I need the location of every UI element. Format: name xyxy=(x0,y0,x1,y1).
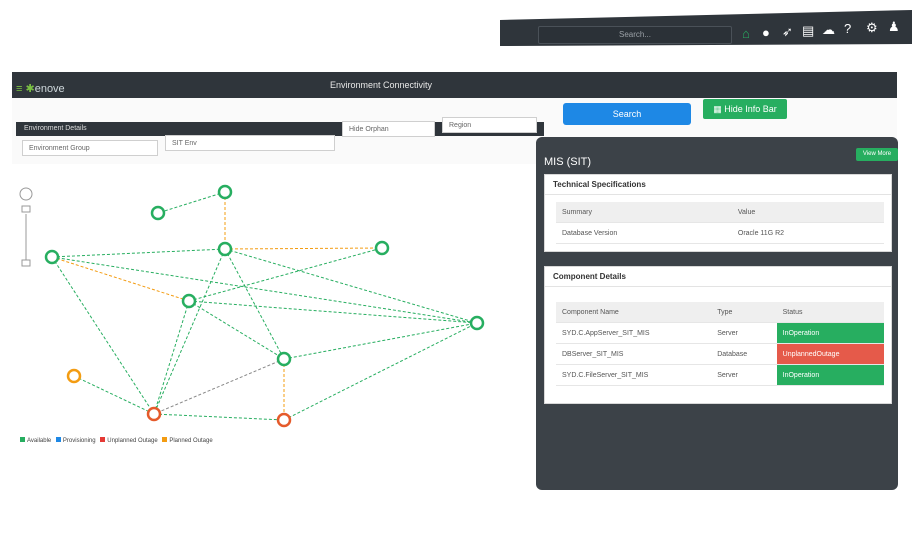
connectivity-graph[interactable] xyxy=(12,164,532,464)
graph-edge xyxy=(188,300,285,360)
global-search-input[interactable]: Search... xyxy=(538,26,732,44)
environment-select[interactable]: SIT Env xyxy=(165,135,335,151)
graph-node[interactable] xyxy=(217,241,233,257)
graph-edge xyxy=(224,248,478,324)
view-more-button[interactable]: View More xyxy=(856,148,898,161)
graph-edge xyxy=(157,191,226,214)
logo[interactable]: ≡ ✱enove xyxy=(16,82,65,95)
region-select[interactable]: Region xyxy=(442,117,537,133)
environment-group-select[interactable]: Environment Group xyxy=(22,140,158,156)
graph-edge xyxy=(188,300,478,324)
technical-specifications-table: Summary Value Database Version Oracle 11… xyxy=(556,202,884,244)
graph-node[interactable] xyxy=(469,315,485,331)
region-value: Region xyxy=(449,122,472,129)
table-cell: Server xyxy=(711,322,777,344)
table-cell: SYD.C.FileServer_SIT_MIS xyxy=(556,364,712,386)
rocket-icon[interactable]: ➶ xyxy=(782,25,793,38)
graph-edge xyxy=(283,322,478,421)
zoom-out-icon[interactable] xyxy=(21,259,31,267)
legend-provisioning: Provisioning xyxy=(62,438,96,444)
column-header: Component Name xyxy=(556,302,712,323)
table-row: Database Version Oracle 11G R2 xyxy=(556,222,884,244)
table-cell: Database xyxy=(711,343,777,365)
table-row[interactable]: SYD.C.AppServer_SIT_MIS Server InOperati… xyxy=(556,322,884,344)
graph-node[interactable] xyxy=(150,205,166,221)
graph-node[interactable] xyxy=(181,293,197,309)
home-icon[interactable]: ⌂ xyxy=(742,27,750,40)
graph-edge xyxy=(73,375,155,415)
environment-value: SIT Env xyxy=(172,140,197,147)
column-header: Value xyxy=(731,202,884,223)
table-row[interactable]: DBServer_SIT_MIS Database UnplannedOutag… xyxy=(556,343,884,365)
status-badge: InOperation xyxy=(776,364,884,386)
column-header: Summary xyxy=(556,202,732,223)
help-icon[interactable]: ? xyxy=(844,22,851,35)
table-header-row: Summary Value xyxy=(556,202,884,223)
technical-specifications-title: Technical Specifications xyxy=(545,175,891,195)
graph-edge xyxy=(153,300,190,415)
table-cell: SYD.C.AppServer_SIT_MIS xyxy=(556,322,712,344)
table-header-row: Component Name Type Status xyxy=(556,302,884,323)
pan-control-icon[interactable] xyxy=(19,187,33,201)
legend-unplanned-swatch xyxy=(100,437,106,442)
top-navigation-bar: Search... ⌂ ● ➶ ▤ ☁ ? ⚙ ♟ xyxy=(0,0,912,60)
legend-available: Available xyxy=(27,438,52,444)
page-title: Environment Connectivity xyxy=(330,80,433,90)
component-details-title: Component Details xyxy=(545,267,891,287)
status-badge: UnplannedOutage xyxy=(776,343,884,365)
table-cell: Server xyxy=(711,364,777,386)
graph-edge xyxy=(51,248,226,258)
cloud-icon[interactable]: ☁ xyxy=(822,23,835,36)
graph-node[interactable] xyxy=(276,412,292,428)
graph-edge xyxy=(153,248,226,415)
legend-planned: Planned Outage xyxy=(169,438,213,444)
hide-orphan-select[interactable]: Hide Orphan xyxy=(342,121,435,137)
column-header: Status xyxy=(776,302,884,323)
app-screenshot: Search... ⌂ ● ➶ ▤ ☁ ? ⚙ ♟ ≡ ✱enove Envir… xyxy=(0,0,912,539)
graph-node[interactable] xyxy=(217,184,233,200)
graph-edge xyxy=(51,256,190,302)
graph-node[interactable] xyxy=(66,368,82,384)
column-header: Type xyxy=(711,302,777,323)
gear-icon[interactable]: ⚙ xyxy=(866,21,878,34)
search-button[interactable]: Search xyxy=(563,103,691,125)
component-details-table: Component Name Type Status SYD.C.AppServ… xyxy=(556,302,884,386)
zoom-in-icon[interactable] xyxy=(21,205,31,213)
status-badge: InOperation xyxy=(776,322,884,344)
hide-info-bar-label: Hide Info Bar xyxy=(724,104,777,114)
hide-info-bar-button[interactable]: ▦ Hide Info Bar xyxy=(703,99,787,119)
graph-node[interactable] xyxy=(374,240,390,256)
graph-canvas xyxy=(19,184,485,428)
graph-edge xyxy=(224,247,383,250)
legend-planned-swatch xyxy=(162,437,168,442)
status-legend: Available Provisioning Unplanned Outage … xyxy=(20,437,213,444)
legend-unplanned: Unplanned Outage xyxy=(107,438,158,444)
graph-node[interactable] xyxy=(276,351,292,367)
logo-text: enove xyxy=(34,83,65,95)
graph-edge xyxy=(224,248,285,360)
table-cell: Database Version xyxy=(556,222,732,244)
app-header xyxy=(12,72,897,98)
user-icon[interactable]: ♟ xyxy=(888,20,900,33)
hide-orphan-value: Hide Orphan xyxy=(349,126,389,133)
graph-edge xyxy=(153,413,285,421)
calendar-icon[interactable]: ▤ xyxy=(802,24,814,37)
environment-group-value: Environment Group xyxy=(29,145,90,152)
graph-edge xyxy=(283,322,478,360)
graph-node[interactable] xyxy=(146,406,162,422)
graph-edge xyxy=(153,358,285,415)
graph-node[interactable] xyxy=(44,249,60,265)
legend-provisioning-swatch xyxy=(55,437,61,442)
table-row[interactable]: SYD.C.FileServer_SIT_MIS Server InOperat… xyxy=(556,364,884,386)
graph-edge xyxy=(51,256,478,324)
graph-edge xyxy=(51,256,155,415)
table-cell: DBServer_SIT_MIS xyxy=(556,343,712,365)
table-cell: Oracle 11G R2 xyxy=(731,222,884,244)
legend-available-swatch xyxy=(20,437,25,442)
panel-title: MIS (SIT) xyxy=(544,156,592,168)
top-bar-background xyxy=(0,0,912,52)
circle-icon[interactable]: ● xyxy=(762,26,770,39)
